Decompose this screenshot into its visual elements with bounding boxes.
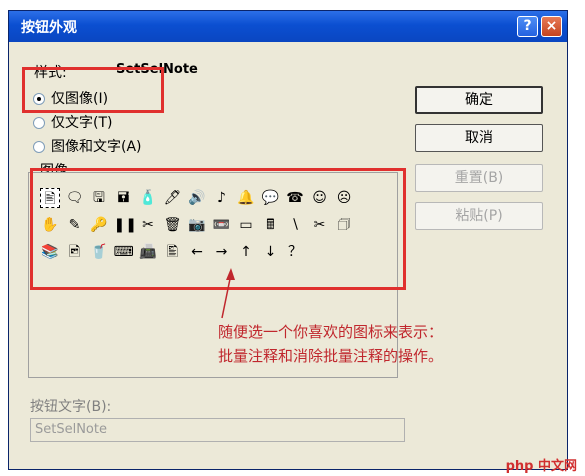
annotation-line-1: 随便选一个你喜欢的图标来表示： bbox=[218, 323, 444, 341]
annotation-arrow bbox=[221, 268, 235, 319]
watermark: php 中文网 bbox=[505, 459, 577, 474]
annotation-line-2: 批量注释和消除批量注释的操作。 bbox=[218, 347, 444, 365]
annotation-note: 随便选一个你喜欢的图标来表示： 批量注释和消除批量注释的操作。 bbox=[218, 320, 443, 368]
